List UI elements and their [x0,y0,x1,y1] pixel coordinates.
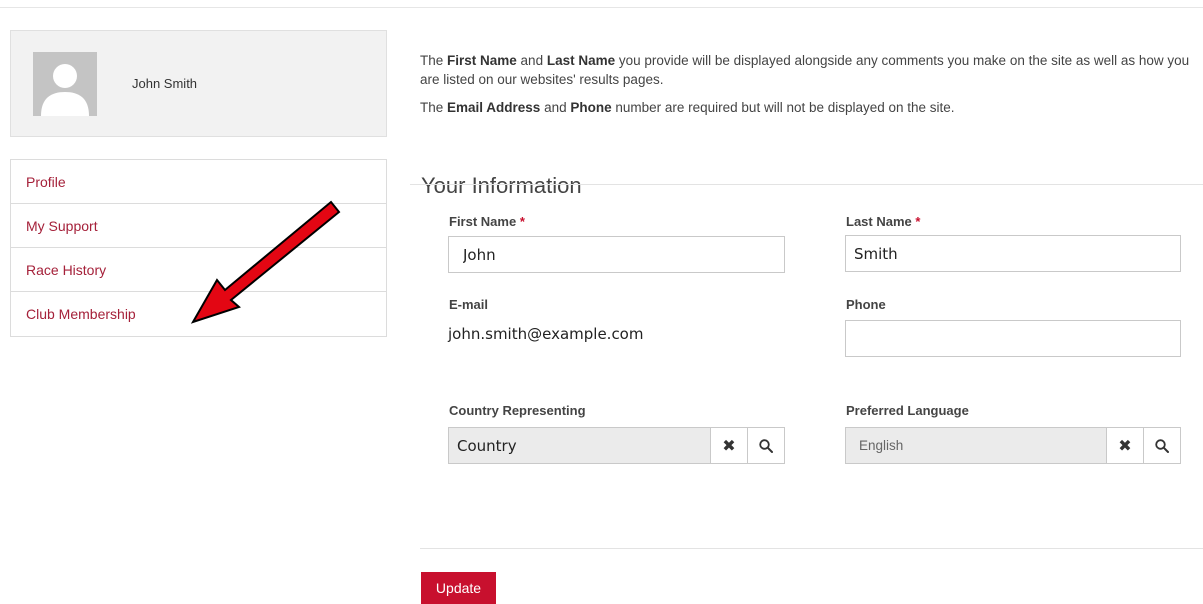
required-mark: * [519,214,525,229]
email-value: john.smith@example.com [448,325,644,343]
close-icon: ✖ [722,437,736,455]
last-name-input[interactable] [845,235,1181,272]
section-title: Your Information [421,173,582,199]
country-clear-button[interactable]: ✖ [710,428,747,463]
form-footer-divider [420,548,1203,549]
country-select[interactable]: Country ✖ [448,427,785,464]
language-search-button[interactable] [1143,428,1180,463]
sidebar-item-profile[interactable]: Profile [11,160,386,204]
first-name-input[interactable] [448,236,785,273]
top-divider [0,7,1203,8]
intro-paragraph-contact: The Email Address and Phone number are r… [420,100,955,115]
intro-paragraph-names: The First Name and Last Name you provide… [420,53,1190,87]
close-icon: ✖ [1118,437,1132,455]
red-arrow-icon [190,200,341,324]
country-value: Country [457,436,517,455]
required-mark: * [915,214,921,229]
first-name-label: First Name * [449,214,525,229]
language-label: Preferred Language [846,403,969,418]
intro-text: The First Name and Last Name you provide… [420,51,1200,126]
phone-label: Phone [846,297,886,312]
last-name-label: Last Name * [846,214,921,229]
section-divider [410,184,1203,185]
language-value: English [859,438,904,453]
avatar-icon [33,52,97,116]
email-label: E-mail [449,297,489,312]
search-icon [759,438,773,453]
profile-card: John Smith [10,30,387,137]
country-search-button[interactable] [747,428,784,463]
update-button[interactable]: Update [421,572,496,604]
language-clear-button[interactable]: ✖ [1106,428,1143,463]
language-select[interactable]: English ✖ [845,427,1181,464]
phone-input[interactable] [845,320,1181,357]
search-icon [1155,438,1169,453]
country-label: Country Representing [449,403,586,418]
profile-name: John Smith [132,76,198,91]
